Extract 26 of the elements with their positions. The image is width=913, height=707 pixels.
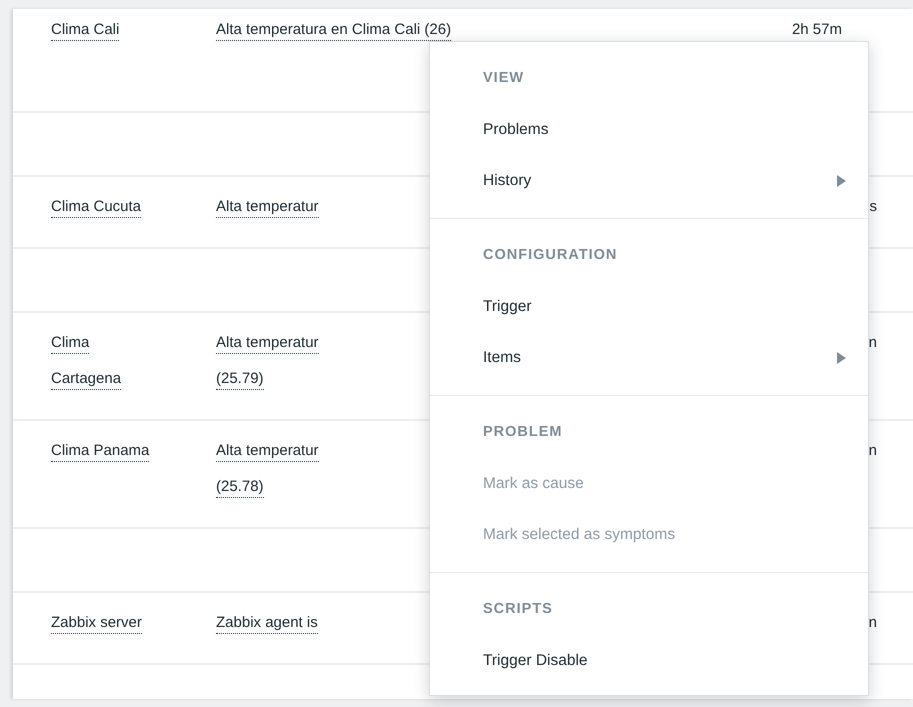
menu-section-header: SCRIPTS [483, 600, 554, 619]
problem-link[interactable]: (25.78) [216, 477, 264, 498]
menu-item[interactable]: Items [430, 332, 868, 383]
problem-link[interactable]: (25.79) [216, 369, 264, 390]
host-link[interactable]: Clima Cucuta [51, 197, 142, 218]
duration-text: 2h 57m [792, 21, 842, 38]
host-link[interactable]: Clima Cali [51, 20, 120, 41]
problem-link[interactable]: Alta temperatur [216, 197, 319, 218]
problem-link[interactable]: Alta temperatur [216, 333, 319, 354]
problem-link[interactable]: Zabbix agent is [216, 613, 318, 634]
duration-text: n [868, 442, 877, 459]
host-link[interactable]: Zabbix server [51, 613, 142, 634]
menu-section-header: CONFIGURATION [483, 246, 618, 265]
duration-text: s [870, 198, 877, 215]
menu-item[interactable]: History [430, 155, 868, 206]
duration-text: n [868, 614, 877, 631]
host-link[interactable]: Clima [51, 333, 90, 354]
host-link[interactable]: Clima Panama [51, 441, 150, 462]
menu-item[interactable]: Trigger Disable [430, 635, 868, 686]
problem-link[interactable]: Alta temperatur [216, 441, 319, 462]
duration-text: n [868, 334, 877, 351]
menu-section-header: VIEW [483, 69, 526, 88]
host-link[interactable]: Cartagena [51, 369, 122, 390]
menu-section-header: PROBLEM [483, 423, 564, 442]
menu-item[interactable]: Trigger [430, 281, 868, 332]
menu-item[interactable]: Problems [430, 104, 868, 155]
